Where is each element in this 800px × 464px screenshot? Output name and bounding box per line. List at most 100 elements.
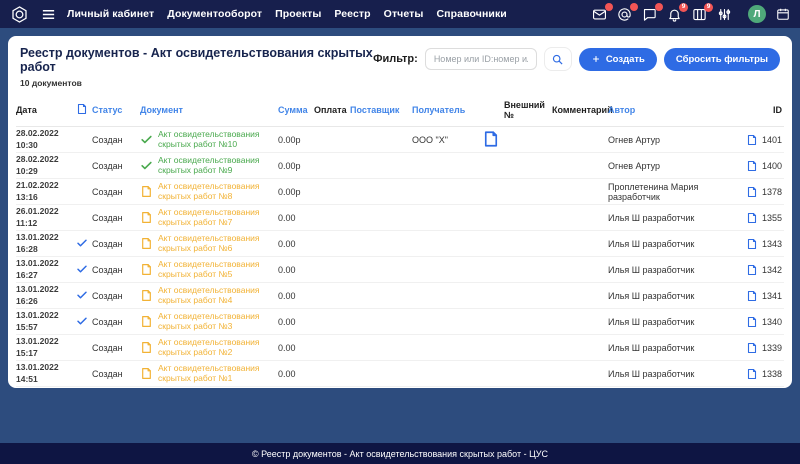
document-link[interactable]: Акт освидетельствования скрытых работ №5	[158, 260, 274, 280]
nav-item-personal-cabinet[interactable]: Личный кабинет	[67, 8, 154, 20]
table-row[interactable]: 13.01.2022 15:57СозданАкт освидетельство…	[16, 309, 784, 335]
cell-id: 1341	[740, 290, 784, 302]
cell-doc: Акт освидетельствования скрытых работ №6	[140, 234, 278, 254]
calendar-icon[interactable]	[776, 7, 790, 21]
row-check-icon	[76, 241, 88, 251]
cell-sum: 0.00р	[278, 135, 314, 145]
cell-check	[76, 289, 92, 303]
user-avatar[interactable]: Л	[748, 5, 766, 23]
table-row[interactable]: 13.01.2022 14:51СозданАкт освидетельство…	[16, 361, 784, 387]
document-id: 1341	[762, 291, 782, 301]
cell-id: 1401	[740, 134, 784, 146]
row-check-icon	[76, 319, 88, 329]
document-link[interactable]: Акт освидетельствования скрытых работ №4	[158, 286, 274, 306]
table-row[interactable]: 13.01.2022 16:27СозданАкт освидетельство…	[16, 257, 784, 283]
documents-count: 10 документов	[20, 78, 373, 88]
nav-item-projects[interactable]: Проекты	[275, 8, 321, 20]
tasks-board-icon[interactable]: 9	[692, 7, 707, 22]
document-link[interactable]: Акт освидетельствования скрытых работ №1…	[158, 130, 274, 150]
chat-icon[interactable]	[642, 7, 657, 22]
cell-date: 13.01.2022 15:17	[16, 336, 76, 358]
table-row[interactable]: 26.01.2022 11:12СозданАкт освидетельство…	[16, 205, 784, 231]
id-copy-icon[interactable]	[746, 264, 758, 276]
reset-filters-button[interactable]: Сбросить фильтры	[664, 48, 780, 71]
document-link[interactable]: Акт освидетельствования скрытых работ №1	[158, 364, 274, 384]
cell-sum: 0.00	[278, 343, 314, 353]
menu-hamburger-icon[interactable]	[41, 7, 56, 22]
cell-doc: Акт освидетельствования скрытых работ №1…	[140, 130, 278, 150]
row-check-icon	[76, 267, 88, 277]
column-header-doc[interactable]: Документ	[140, 105, 278, 115]
cell-status: Создан	[92, 239, 140, 249]
filter-input[interactable]	[425, 48, 537, 70]
nav-item-document-flow[interactable]: Документооборот	[167, 8, 262, 20]
notification-badge: 9	[704, 3, 713, 12]
column-header-author[interactable]: Автор	[608, 105, 740, 115]
row-check-icon	[76, 293, 88, 303]
document-id: 1401	[762, 135, 782, 145]
cell-date: 13.01.2022 16:28	[16, 232, 76, 254]
table-row[interactable]: 21.02.2022 13:16СозданАкт освидетельство…	[16, 179, 784, 205]
table-header-row: Дата СтатусДокументСуммаОплатаПоставщикПо…	[16, 94, 784, 127]
id-copy-icon[interactable]	[746, 316, 758, 328]
id-copy-icon[interactable]	[746, 186, 758, 198]
notifications-icon[interactable]: 9	[667, 7, 682, 22]
cell-doc: Акт освидетельствования скрытых работ №7	[140, 208, 278, 228]
id-copy-icon[interactable]	[746, 212, 758, 224]
id-copy-icon[interactable]	[746, 368, 758, 380]
mail-icon[interactable]	[592, 7, 607, 22]
cell-author: Илья Ш разработчик	[608, 213, 740, 223]
mentions-icon[interactable]	[617, 7, 632, 22]
document-link[interactable]: Акт освидетельствования скрытых работ №8	[158, 182, 274, 202]
document-draft-file-icon	[140, 367, 153, 380]
nav-item-reports[interactable]: Отчеты	[384, 8, 424, 20]
nav-item-registry[interactable]: Реестр	[334, 8, 370, 20]
nav-item-directories[interactable]: Справочники	[437, 8, 507, 20]
document-link[interactable]: Акт освидетельствования скрытых работ №3	[158, 312, 274, 332]
table-row[interactable]: 28.02.2022 10:30СозданАкт освидетельство…	[16, 127, 784, 153]
document-link[interactable]: Акт освидетельствования скрытых работ №9	[158, 156, 274, 176]
document-id: 1378	[762, 187, 782, 197]
column-header-check[interactable]	[76, 103, 92, 117]
column-header-date: Дата	[16, 105, 76, 115]
document-draft-file-icon	[140, 341, 153, 354]
recipient-copy-icon[interactable]	[482, 140, 500, 150]
table-row[interactable]: 13.01.2022 16:26СозданАкт освидетельство…	[16, 283, 784, 309]
cell-sum: 0.00	[278, 369, 314, 379]
notification-badge: 9	[679, 3, 688, 12]
app-logo-icon[interactable]	[10, 5, 29, 24]
table-row[interactable]: 13.01.2022 15:17СозданАкт освидетельство…	[16, 335, 784, 361]
id-copy-icon[interactable]	[746, 238, 758, 250]
cell-id: 1342	[740, 264, 784, 276]
cell-author: Проплетенина Мария разработчик	[608, 182, 740, 202]
id-copy-icon[interactable]	[746, 134, 758, 146]
cell-author: Илья Ш разработчик	[608, 343, 740, 353]
column-header-comment: Комментарий	[552, 105, 608, 115]
table-row[interactable]: 28.02.2022 10:29СозданАкт освидетельство…	[16, 153, 784, 179]
id-copy-icon[interactable]	[746, 160, 758, 172]
search-button[interactable]	[544, 47, 572, 71]
cell-sum: 0.00	[278, 213, 314, 223]
document-signed-check-icon	[140, 133, 153, 146]
id-copy-icon[interactable]	[746, 342, 758, 354]
document-id: 1400	[762, 161, 782, 171]
copy-column-icon[interactable]	[76, 107, 88, 117]
document-link[interactable]: Акт освидетельствования скрытых работ №7	[158, 208, 274, 228]
column-header-supplier[interactable]: Поставщик	[350, 105, 412, 115]
cell-status: Создан	[92, 161, 140, 171]
document-draft-file-icon	[140, 315, 153, 328]
cell-author: Илья Ш разработчик	[608, 265, 740, 275]
column-header-status[interactable]: Статус	[92, 105, 140, 115]
document-link[interactable]: Акт освидетельствования скрытых работ №2	[158, 338, 274, 358]
footer: © Реестр документов - Акт освидетельство…	[0, 443, 800, 464]
id-copy-icon[interactable]	[746, 290, 758, 302]
cell-id: 1339	[740, 342, 784, 354]
column-header-payment: Оплата	[314, 105, 350, 115]
table-row[interactable]: 13.01.2022 16:28 Создан Акт освидетельство…	[16, 231, 784, 257]
document-link[interactable]: Акт освидетельствования скрытых работ №6	[158, 234, 274, 254]
column-header-recipient[interactable]: Получатель	[412, 105, 482, 115]
create-button[interactable]: Создать	[579, 48, 657, 71]
cell-id: 1378	[740, 186, 784, 198]
sliders-icon[interactable]	[717, 7, 732, 22]
column-header-sum[interactable]: Сумма	[278, 105, 314, 115]
